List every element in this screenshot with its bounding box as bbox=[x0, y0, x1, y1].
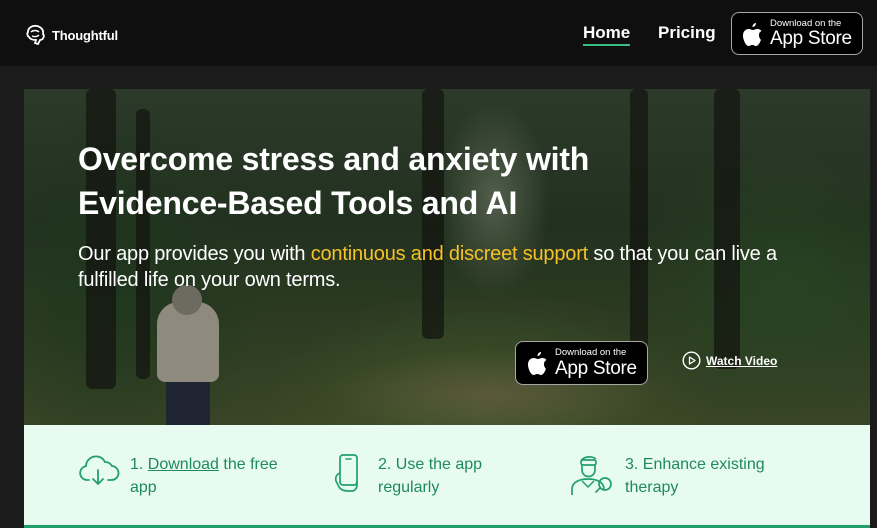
app-store-small-text: Download on the bbox=[555, 347, 627, 359]
steps-section: 1. Download the free app 2. Use the app … bbox=[24, 425, 870, 528]
app-store-button-header[interactable]: Download on the App Store bbox=[731, 12, 863, 55]
cloud-download-icon bbox=[79, 455, 120, 485]
top-nav: Thoughtful Home Pricing Download on the … bbox=[0, 0, 877, 66]
apple-icon bbox=[743, 22, 762, 46]
hero-section: Overcome stress and anxiety with Evidenc… bbox=[24, 89, 870, 425]
nav-pricing-link[interactable]: Pricing bbox=[658, 23, 716, 43]
step-enhance-therapy: 3. Enhance existing therapy bbox=[569, 453, 785, 499]
hero-sub-highlight: continuous and discreet support bbox=[310, 243, 589, 265]
hero-title-line1: Overcome stress and anxiety with bbox=[78, 141, 590, 177]
app-store-big-text: App Store bbox=[555, 357, 637, 379]
app-store-button-hero[interactable]: Download on the App Store bbox=[515, 341, 648, 385]
step-2-text: 2. Use the app regularly bbox=[378, 456, 483, 496]
phone-hand-icon bbox=[334, 454, 358, 492]
tree-trunk bbox=[714, 89, 740, 369]
watch-video-link[interactable]: Watch Video bbox=[682, 351, 777, 370]
download-link[interactable]: Download bbox=[148, 456, 219, 473]
step-use-app: 2. Use the app regularly bbox=[330, 453, 508, 499]
app-store-big-text: App Store bbox=[770, 28, 852, 50]
person-figure bbox=[166, 377, 210, 425]
step-3-text: 3. Enhance existing therapy bbox=[625, 456, 765, 496]
hero-title-line2: Evidence-Based Tools and AI bbox=[78, 185, 518, 221]
play-circle-icon bbox=[682, 351, 701, 370]
brand-name: Thoughtful bbox=[52, 27, 118, 43]
therapist-icon bbox=[571, 455, 612, 495]
hero-subtitle: Our app provides you with continuous and… bbox=[78, 241, 818, 293]
nav-home-link[interactable]: Home bbox=[583, 23, 631, 46]
watch-video-label: Watch Video bbox=[706, 353, 778, 368]
apple-icon bbox=[528, 352, 547, 375]
brain-logo-icon bbox=[26, 24, 45, 46]
step-1-number: 1. bbox=[130, 456, 144, 473]
step-download: 1. Download the free app bbox=[78, 453, 290, 499]
hero-title: Overcome stress and anxiety with Evidenc… bbox=[78, 137, 698, 225]
tree-trunk bbox=[86, 89, 116, 389]
step-1-text: 1. Download the free app bbox=[130, 453, 290, 499]
hero-sub-text: Our app provides you with bbox=[78, 243, 311, 265]
app-store-small-text: Download on the bbox=[770, 17, 842, 29]
brand-logo[interactable]: Thoughtful bbox=[24, 23, 118, 47]
